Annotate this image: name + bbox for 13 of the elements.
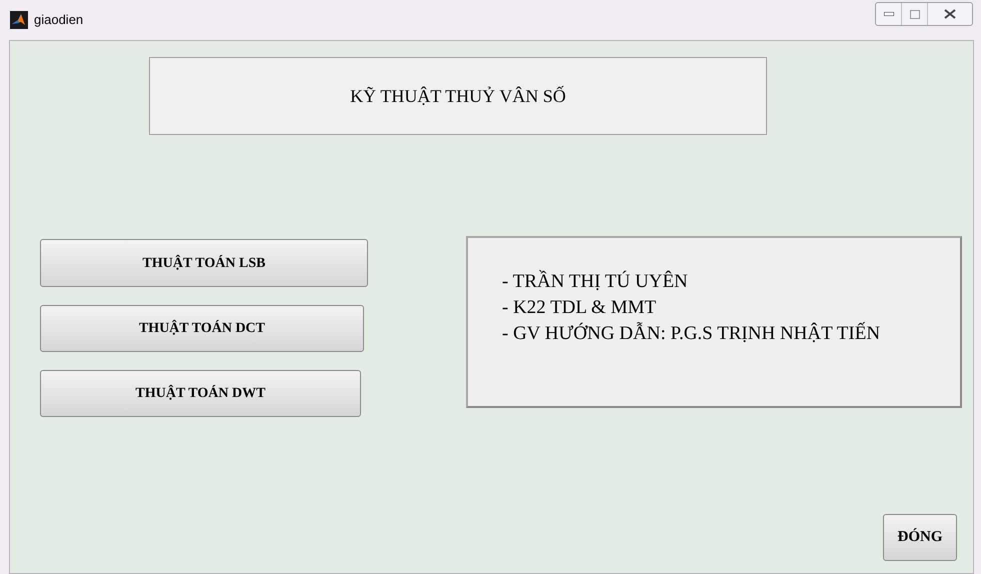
info-line: - K22 TDL & MMT (502, 296, 658, 320)
info-line: - TRẦN THỊ TÚ UYÊN (502, 269, 689, 294)
heading-text: KỸ THUẬT THUỶ VÂN SỐ (350, 84, 566, 108)
info-line: - GV HƯỚNG DẪN: P.G.S TRỊNH NHẬT TIẾN (502, 321, 882, 346)
window-title: giaodien (34, 11, 84, 30)
app-logo-icon (10, 11, 28, 29)
close-button[interactable]: ĐÓNG (883, 514, 957, 561)
algorithm-button[interactable]: THUẬT TOÁN DCT (40, 305, 364, 352)
algorithm-button[interactable]: THUẬT TOÁN LSB (40, 239, 368, 287)
algorithm-button[interactable]: THUẬT TOÁN DWT (40, 370, 361, 417)
close-icon (944, 9, 956, 19)
maximize-icon (910, 10, 920, 18)
minimize-icon (884, 12, 894, 16)
